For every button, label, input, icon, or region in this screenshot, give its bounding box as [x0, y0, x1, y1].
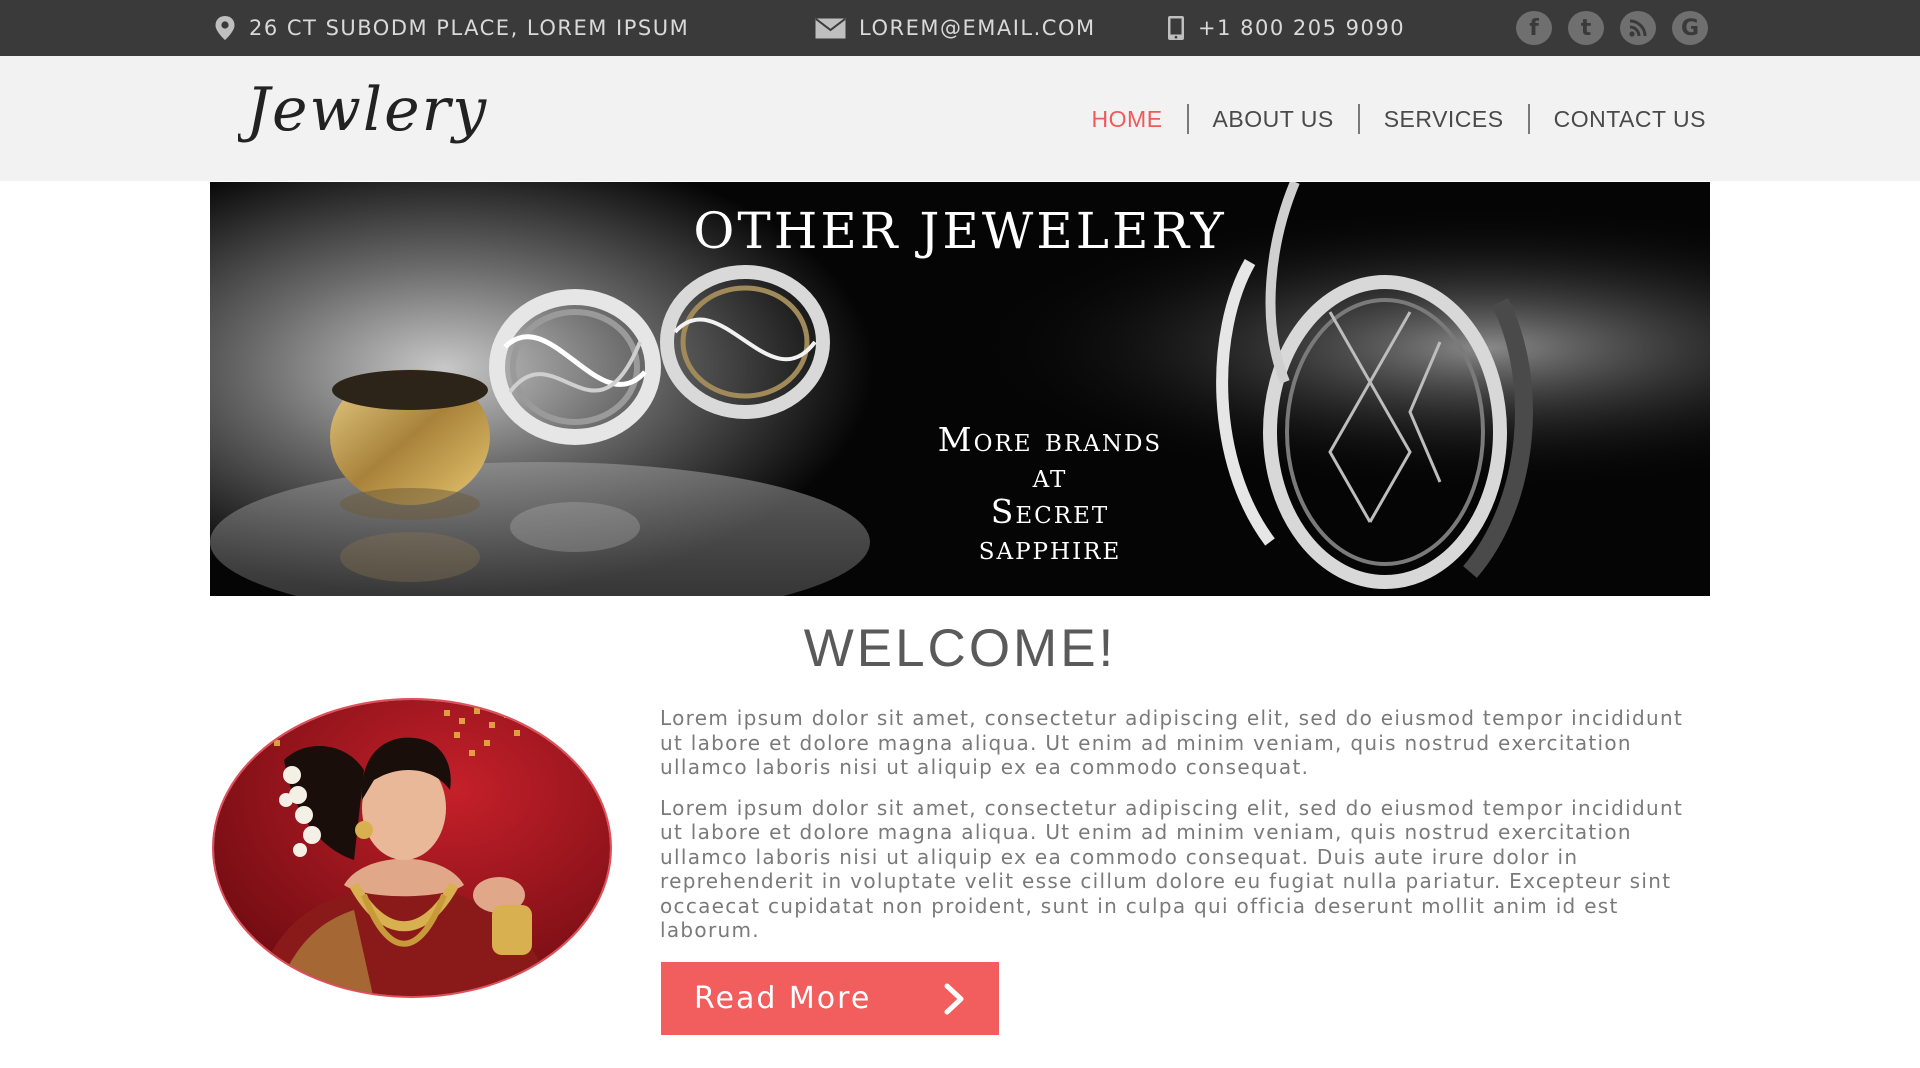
read-more-button[interactable]: Read More	[661, 962, 999, 1035]
read-more-label: Read More	[694, 981, 872, 1016]
google-icon[interactable]: G	[1672, 11, 1708, 45]
rss-icon[interactable]	[1620, 11, 1656, 45]
site-header: Jewlery HOME ABOUT US SERVICES CONTACT U…	[0, 56, 1920, 181]
nav-about-us[interactable]: ABOUT US	[1189, 104, 1358, 134]
welcome-paragraph: Lorem ipsum dolor sit amet, consectetur …	[660, 706, 1684, 779]
tumblr-icon[interactable]: t	[1568, 11, 1604, 45]
welcome-heading: WELCOME!	[803, 619, 1117, 678]
email-text[interactable]: LOREM@EMAIL.COM	[859, 16, 1096, 40]
facebook-icon[interactable]: f	[1516, 11, 1552, 45]
banner-tagline-line: sapphire	[978, 528, 1122, 567]
banner-tagline-line: at	[1032, 456, 1068, 495]
map-pin-icon	[215, 16, 235, 40]
banner-tagline-line: More brands	[937, 420, 1163, 459]
address-text: 26 CT SUBODM PLACE, LOREM IPSUM	[249, 16, 690, 40]
hero-banner: OTHER JEWELERY More brands at Secret sap…	[210, 182, 1710, 596]
svg-text:Jewlery: Jewlery	[238, 75, 488, 145]
site-logo[interactable]: Jewlery	[235, 68, 528, 168]
banner-tagline-line: Secret	[990, 492, 1110, 531]
nav-home[interactable]: HOME	[1068, 104, 1187, 134]
mobile-phone-icon	[1168, 16, 1184, 40]
welcome-text: Lorem ipsum dolor sit amet, consectetur …	[660, 706, 1710, 959]
main-nav: HOME ABOUT US SERVICES CONTACT US	[1068, 56, 1706, 181]
email-item[interactable]: LOREM@EMAIL.COM	[815, 0, 1096, 56]
model-portrait-image	[212, 698, 612, 998]
welcome-paragraph: Lorem ipsum dolor sit amet, consectetur …	[660, 795, 1684, 943]
envelope-icon	[815, 17, 846, 38]
top-contact-bar: 26 CT SUBODM PLACE, LOREM IPSUM LOREM@EM…	[0, 0, 1920, 56]
chevron-right-icon	[944, 983, 964, 1015]
address-item: 26 CT SUBODM PLACE, LOREM IPSUM	[214, 0, 689, 56]
nav-services[interactable]: SERVICES	[1360, 104, 1528, 134]
phone-text: +1 800 205 9090	[1198, 16, 1406, 40]
phone-item: +1 800 205 9090	[1167, 0, 1405, 56]
nav-contact-us[interactable]: CONTACT US	[1530, 104, 1706, 134]
banner-tagline: More brands at Secret sapphire	[830, 422, 1270, 566]
banner-title: OTHER JEWELERY	[693, 202, 1227, 260]
